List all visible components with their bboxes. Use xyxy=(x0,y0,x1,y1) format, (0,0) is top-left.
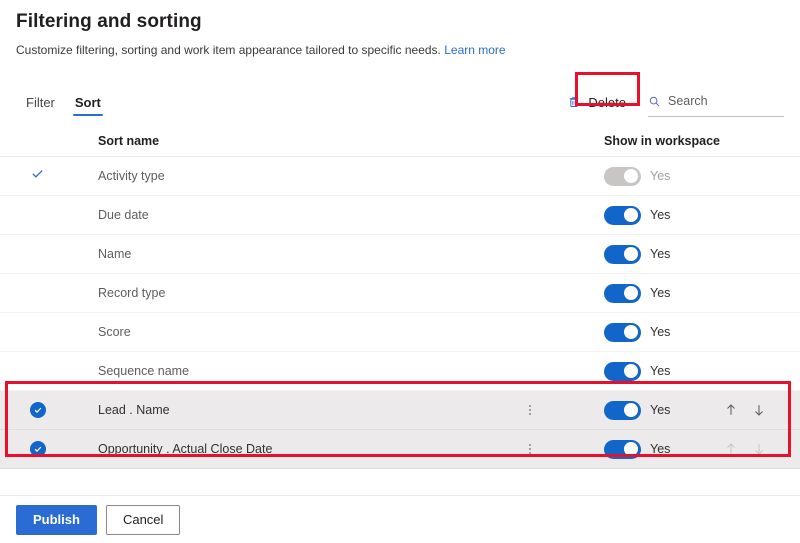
show-in-workspace-toggle xyxy=(604,166,641,186)
more-options-icon[interactable] xyxy=(524,405,536,415)
move-down-icon xyxy=(752,441,766,457)
publish-button[interactable]: Publish xyxy=(16,504,97,535)
show-in-workspace-toggle[interactable] xyxy=(604,400,641,420)
show-in-workspace-toggle[interactable] xyxy=(604,439,641,459)
show-in-workspace-cell: Yes xyxy=(604,322,724,342)
toggle-value-label: Yes xyxy=(650,286,671,300)
move-down-icon[interactable] xyxy=(752,402,766,418)
learn-more-link[interactable]: Learn more xyxy=(444,43,505,57)
footer-action-bar: Publish Cancel xyxy=(0,495,800,543)
tab-sort-label: Sort xyxy=(74,94,101,110)
table-row[interactable]: Record type Yes xyxy=(0,274,800,313)
row-selection-checkbox-cell xyxy=(16,402,98,418)
toggle-value-label: Yes xyxy=(650,364,671,378)
delete-button[interactable]: Delete xyxy=(558,90,635,115)
show-in-workspace-cell: Yes xyxy=(604,205,724,225)
move-up-icon[interactable] xyxy=(724,402,738,418)
table-body: Activity type Yes Due date Yes Name Yes Record… xyxy=(0,157,800,469)
row-reorder-cell xyxy=(724,402,784,418)
toggle-value-label: Yes xyxy=(650,403,671,417)
row-label: Activity type xyxy=(98,169,165,183)
show-in-workspace-cell: Yes xyxy=(604,400,724,420)
row-selection-checkbox[interactable] xyxy=(30,441,46,457)
row-label: Name xyxy=(98,247,132,261)
row-selection-checkbox[interactable] xyxy=(30,402,46,418)
toggle-value-label: Yes xyxy=(650,247,671,261)
table-row[interactable]: Activity type Yes xyxy=(0,157,800,196)
toggle-value-label: Yes xyxy=(650,325,671,339)
show-in-workspace-cell: Yes xyxy=(604,439,724,459)
row-reorder-cell xyxy=(724,441,784,457)
page-subtitle-text: Customize filtering, sorting and work it… xyxy=(16,43,441,57)
search-box[interactable] xyxy=(648,87,784,117)
table-row[interactable]: Name Yes xyxy=(0,235,800,274)
row-label: Record type xyxy=(98,286,166,300)
page-title: Filtering and sorting xyxy=(16,11,202,32)
show-in-workspace-cell: Yes xyxy=(604,361,724,381)
table-row[interactable]: Score Yes xyxy=(0,313,800,352)
move-up-icon xyxy=(724,441,738,457)
row-selection-checkbox-cell xyxy=(16,441,98,457)
table-row[interactable]: Due date Yes xyxy=(0,196,800,235)
show-in-workspace-toggle[interactable] xyxy=(604,205,641,225)
row-label: Due date xyxy=(98,208,149,222)
table-header-row: Sort name Show in workspace xyxy=(0,126,800,157)
column-header-sort-name: Sort name xyxy=(98,134,160,148)
more-options-icon[interactable] xyxy=(524,444,536,454)
table-row[interactable]: Lead . Name Yes xyxy=(0,391,800,430)
column-header-show-in-workspace: Show in workspace xyxy=(604,134,721,148)
page-subtitle: Customize filtering, sorting and work it… xyxy=(16,42,784,58)
row-menu-cell xyxy=(524,444,604,454)
tab-filter-label: Filter xyxy=(26,94,55,110)
row-check-cell xyxy=(16,166,98,186)
show-in-workspace-toggle[interactable] xyxy=(604,361,641,381)
table-row[interactable]: Opportunity . Actual Close Date Yes xyxy=(0,430,800,469)
row-label: Lead . Name xyxy=(98,403,170,417)
cancel-button[interactable]: Cancel xyxy=(105,504,181,535)
tab-filter[interactable]: Filter xyxy=(16,80,65,124)
show-in-workspace-toggle[interactable] xyxy=(604,244,641,264)
check-icon xyxy=(30,166,45,186)
command-bar: Filter Sort Delete xyxy=(0,80,800,124)
page-header: Filtering and sorting Customize filterin… xyxy=(0,0,800,58)
trash-icon xyxy=(567,95,581,109)
search-input[interactable] xyxy=(668,94,784,108)
row-label: Opportunity . Actual Close Date xyxy=(98,442,273,456)
tab-list: Filter Sort xyxy=(16,80,111,124)
toggle-value-label: Yes xyxy=(650,208,671,222)
table-row[interactable]: Sequence name Yes xyxy=(0,352,800,391)
delete-button-label: Delete xyxy=(588,94,626,110)
show-in-workspace-toggle[interactable] xyxy=(604,322,641,342)
row-label: Score xyxy=(98,325,131,339)
search-icon xyxy=(648,95,661,108)
command-bar-actions: Delete xyxy=(558,80,784,124)
toggle-value-label: Yes xyxy=(650,442,671,456)
tab-sort[interactable]: Sort xyxy=(65,80,111,124)
show-in-workspace-cell: Yes xyxy=(604,283,724,303)
show-in-workspace-cell: Yes xyxy=(604,166,724,186)
show-in-workspace-toggle[interactable] xyxy=(604,283,641,303)
toggle-value-label: Yes xyxy=(650,169,671,183)
row-label: Sequence name xyxy=(98,364,190,378)
sort-table: Sort name Show in workspace Activity typ… xyxy=(0,126,800,469)
show-in-workspace-cell: Yes xyxy=(604,244,724,264)
row-menu-cell xyxy=(524,405,604,415)
